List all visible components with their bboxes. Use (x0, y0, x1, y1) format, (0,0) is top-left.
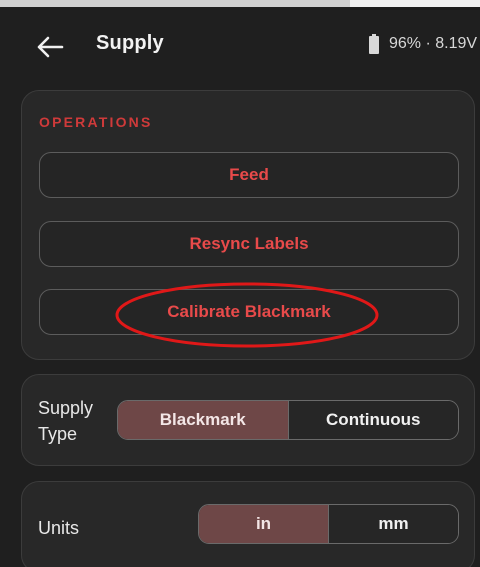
units-label: Units (38, 518, 80, 538)
supply-type-label: Supply Type (38, 398, 94, 444)
units-selector: in mm (198, 504, 459, 544)
page-title: Supply (96, 32, 164, 54)
app-header: Supply 96% · 8.19V (0, 7, 480, 83)
battery-status: 96% · 8.19V (389, 35, 478, 52)
units-option-mm[interactable]: mm (328, 505, 458, 543)
top-strip-bar (0, 0, 350, 7)
units-card: Units in mm (21, 481, 475, 567)
resync-labels-button[interactable]: Resync Labels (39, 221, 459, 267)
supply-option-blackmark[interactable]: Blackmark (118, 401, 288, 439)
battery-icon (369, 34, 379, 54)
operations-section-title: OPERATIONS (39, 114, 153, 130)
supply-screen: Supply 96% · 8.19V OPERATIONS Feed Resyn… (0, 0, 480, 567)
supply-type-card: Supply Type Blackmark Continuous (21, 374, 475, 466)
top-status-strip (0, 0, 480, 7)
units-option-in[interactable]: in (199, 505, 328, 543)
supply-type-selector: Blackmark Continuous (117, 400, 459, 440)
arrow-left-icon[interactable] (36, 36, 64, 58)
feed-button[interactable]: Feed (39, 152, 459, 198)
supply-option-continuous[interactable]: Continuous (287, 401, 458, 439)
annotation-ellipse (115, 282, 379, 348)
